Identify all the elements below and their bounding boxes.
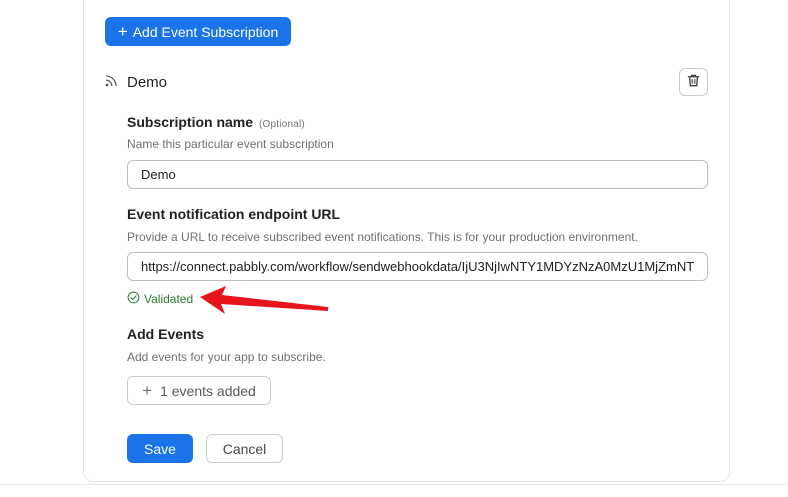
subscription-name-help: Name this particular event subscription [127,137,334,151]
trash-icon [686,73,701,91]
rss-feed-icon [104,72,120,93]
endpoint-url-label: Event notification endpoint URL [127,206,341,222]
subscription-header: Demo [104,72,167,93]
red-arrow-annotation [200,286,328,314]
divider [0,484,788,485]
add-event-subscription-button[interactable]: + Add Event Subscription [105,17,291,46]
events-added-label: 1 events added [160,382,256,399]
subscription-name-label-text: Subscription name [127,114,254,130]
plus-icon: + [142,380,153,400]
add-events-label: Add Events [127,326,205,342]
cancel-button[interactable]: Cancel [206,434,283,463]
add-event-subscription-label: Add Event Subscription [132,23,279,40]
subscription-name-input[interactable] [127,160,708,189]
check-circle-icon [127,291,140,307]
plus-icon: + [117,21,128,41]
validated-status: Validated [127,291,193,307]
optional-tag: (Optional) [259,119,305,130]
add-events-help: Add events for your app to subscribe. [127,350,326,364]
save-button[interactable]: Save [127,434,193,463]
delete-subscription-button[interactable] [679,68,708,96]
subscription-name-label: Subscription name (Optional) [127,114,305,130]
endpoint-url-input[interactable] [127,252,708,281]
subscription-title: Demo [127,74,168,91]
events-added-button[interactable]: + 1 events added [127,376,271,405]
endpoint-url-help: Provide a URL to receive subscribed even… [127,230,638,244]
validated-label: Validated [144,292,194,306]
